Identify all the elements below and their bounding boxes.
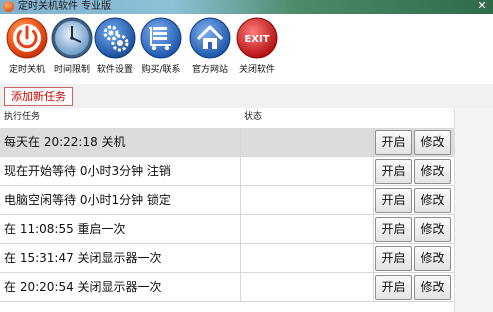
edit-task-button[interactable]: 修改 <box>414 275 451 300</box>
exit-icon: EXIT <box>236 17 278 59</box>
add-task-button[interactable]: 添加新任务 <box>4 87 73 106</box>
task-description: 现在开始等待 0小时3分钟 注销 <box>4 164 171 178</box>
table-row[interactable]: 在 15:31:47 关闭显示器一次 开启 修改 <box>0 244 493 273</box>
close-button[interactable]: ✕ <box>475 0 489 12</box>
table-row[interactable]: 每天在 20:22:18 关机 开启 修改 <box>0 128 493 157</box>
column-divider <box>240 244 241 272</box>
table-row[interactable]: 在 20:20:54 关闭显示器一次 开启 修改 <box>0 273 493 302</box>
column-divider <box>240 157 241 185</box>
exit-text: EXIT <box>244 34 269 45</box>
toolbar-shutdown-button[interactable]: 定时关机 <box>3 16 51 82</box>
table-header: 执行任务 状态 <box>0 108 493 129</box>
toolbar-label: 时间限制 <box>53 65 90 75</box>
edit-task-button[interactable]: 修改 <box>414 159 451 184</box>
table-row[interactable]: 在 11:08:55 重启一次 开启 修改 <box>0 215 493 244</box>
start-task-button[interactable]: 开启 <box>375 275 412 300</box>
edit-task-button[interactable]: 修改 <box>414 246 451 271</box>
cart-icon <box>140 17 182 59</box>
toolbar-buy-contact-button[interactable]: 购买/联系 <box>137 16 185 82</box>
column-divider <box>373 157 374 185</box>
task-table: 执行任务 状态 每天在 20:22:18 关机 开启 修改 现在开始等待 0小时3分钟… <box>0 108 493 312</box>
column-divider <box>373 186 374 214</box>
edit-task-button[interactable]: 修改 <box>414 217 451 242</box>
header-task: 执行任务 <box>4 112 41 122</box>
column-divider <box>373 244 374 272</box>
task-description: 电脑空闲等待 0小时1分钟 锁定 <box>4 193 171 207</box>
edit-task-button[interactable]: 修改 <box>414 130 451 155</box>
toolbar: 定时关机 时间限制 软件设置 购买/联系 官方网站 EXIT 关闭软件 <box>0 14 493 84</box>
header-status: 状态 <box>244 112 263 122</box>
column-divider <box>240 215 241 243</box>
add-task-bar: 添加新任务 <box>0 84 493 108</box>
table-row[interactable]: 电脑空闲等待 0小时1分钟 锁定 开启 修改 <box>0 186 493 215</box>
table-row[interactable]: 现在开始等待 0小时3分钟 注销 开启 修改 <box>0 157 493 186</box>
task-description: 在 15:31:47 关闭显示器一次 <box>4 251 162 265</box>
start-task-button[interactable]: 开启 <box>375 217 412 242</box>
task-description: 在 11:08:55 重启一次 <box>4 222 126 236</box>
toolbar-website-button[interactable]: 官方网站 <box>186 16 234 82</box>
toolbar-label: 关闭软件 <box>238 65 275 75</box>
column-divider <box>240 273 241 301</box>
column-divider <box>373 128 374 156</box>
window-title: 定时关机软件 专业版 <box>18 1 112 12</box>
start-task-button[interactable]: 开启 <box>375 188 412 213</box>
gears-icon <box>94 17 136 59</box>
column-divider <box>240 186 241 214</box>
column-divider <box>373 273 374 301</box>
start-task-button[interactable]: 开启 <box>375 159 412 184</box>
column-divider <box>240 128 241 156</box>
toolbar-exit-button[interactable]: EXIT 关闭软件 <box>233 16 281 82</box>
start-task-button[interactable]: 开启 <box>375 130 412 155</box>
toolbar-time-limit-button[interactable]: 时间限制 <box>48 16 96 82</box>
power-icon <box>6 17 48 59</box>
toolbar-label: 购买/联系 <box>141 65 181 75</box>
start-task-button[interactable]: 开启 <box>375 246 412 271</box>
clock-icon <box>51 17 93 59</box>
table-right-margin <box>454 108 493 312</box>
task-description: 每天在 20:22:18 关机 <box>4 135 126 149</box>
app-icon <box>3 1 14 12</box>
column-divider <box>373 215 374 243</box>
edit-task-button[interactable]: 修改 <box>414 188 451 213</box>
toolbar-label: 官方网站 <box>191 65 228 75</box>
toolbar-label: 软件设置 <box>96 65 133 75</box>
task-description: 在 20:20:54 关闭显示器一次 <box>4 280 162 294</box>
toolbar-settings-button[interactable]: 软件设置 <box>91 16 139 82</box>
toolbar-label: 定时关机 <box>8 65 45 75</box>
home-icon <box>189 17 231 59</box>
title-bar: 定时关机软件 专业版 ✕ <box>0 0 493 14</box>
